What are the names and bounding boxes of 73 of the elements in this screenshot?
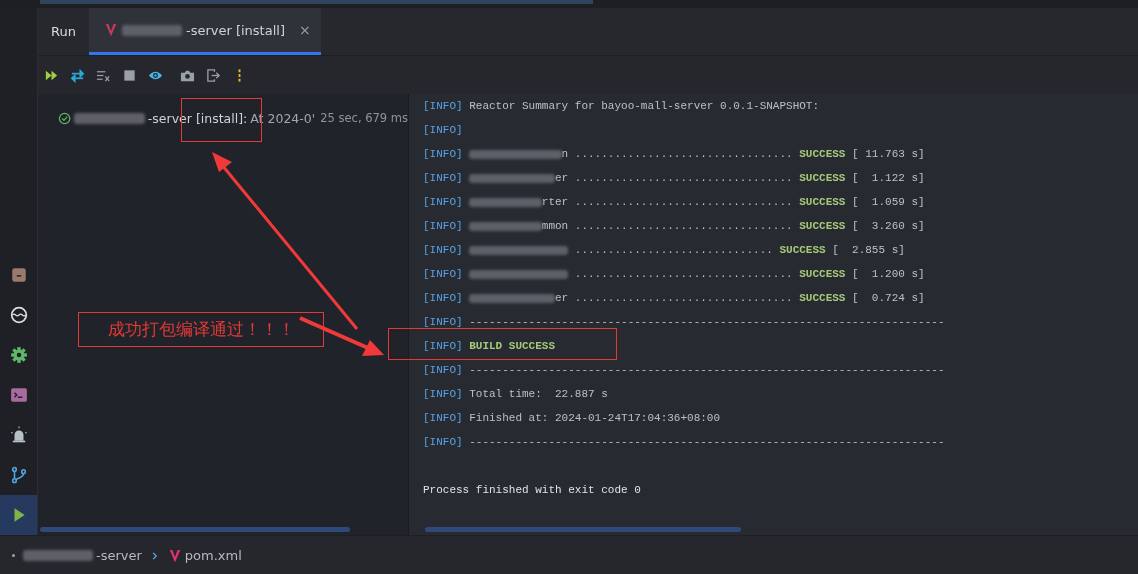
log-level-tag: [INFO]	[423, 244, 463, 256]
tab-label: -server [install]	[185, 22, 285, 38]
log-text: ------------------------------------------------------------------------	[469, 364, 945, 376]
tool-window-title: Run	[50, 23, 77, 41]
success-status: SUCCESS	[799, 220, 846, 232]
log-text: Finished at: 2024-01-24T17:04:36+08:00	[469, 412, 721, 424]
exit-icon[interactable]	[206, 67, 221, 83]
log-level-tag: [INFO]	[423, 340, 463, 352]
success-status: SUCCESS	[779, 244, 826, 256]
success-status: SUCCESS	[799, 148, 846, 160]
build-time: [ 2.855 s]	[832, 244, 905, 256]
swap-icon[interactable]	[70, 67, 85, 83]
log-level-tag: [INFO]	[423, 172, 463, 184]
success-status: SUCCESS	[799, 268, 846, 280]
build-time: [ 1.200 s]	[852, 268, 925, 280]
log-level-tag: [INFO]	[423, 196, 463, 208]
scrollbar[interactable]	[425, 527, 741, 532]
bullet-mark	[12, 554, 15, 557]
breadcrumb[interactable]: pom.xml	[167, 547, 242, 564]
run-duration: 25 sec, 679 ms	[320, 111, 408, 125]
log-level-tag: [INFO]	[423, 436, 463, 448]
build-time: [ 1.059 s]	[852, 196, 925, 208]
dot-leader: .................................	[574, 220, 793, 232]
log-text: n	[561, 148, 569, 160]
build-time: [ 1.122 s]	[852, 172, 925, 184]
log-text: Total time: 22.887 s	[469, 388, 608, 400]
dot-leader: .................................	[574, 196, 793, 208]
log-level-tag: [INFO]	[423, 268, 463, 280]
branch-icon	[9, 466, 28, 484]
log-level-tag: [INFO]	[423, 220, 463, 232]
log-level-tag: [INFO]	[423, 364, 463, 376]
build-status: BUILD SUCCESS	[469, 340, 556, 352]
log-text: er	[555, 292, 569, 304]
build-time: [ 11.763 s]	[852, 148, 925, 160]
archive-icon	[9, 266, 28, 284]
log-level-tag: [INFO]	[423, 124, 463, 136]
log-level-tag: [INFO]	[423, 316, 463, 328]
log-text: ------------------------------------------------------------------------	[469, 316, 945, 328]
annotation-note: 成功打包编译通过！！！	[78, 312, 324, 347]
success-status: SUCCESS	[799, 172, 846, 184]
log-text: er	[555, 172, 569, 184]
run-tab[interactable]: -server [install] ×	[88, 8, 321, 55]
process-message: Process finished with exit code 0	[423, 484, 641, 496]
stop-icon[interactable]	[122, 67, 137, 83]
wave-icon	[9, 306, 28, 324]
terminal-icon	[9, 386, 28, 404]
maven-icon	[167, 547, 182, 564]
gear-icon	[9, 346, 28, 364]
log-text: Reactor Summary for bayoo-mall-server 0.0.1-SNAPSHOT:	[469, 100, 820, 112]
success-status: SUCCESS	[799, 196, 846, 208]
close-button[interactable]: ×	[298, 22, 311, 38]
dot-leader: .................................	[574, 292, 793, 304]
dot-leader: ..............................	[574, 244, 773, 256]
log-level-tag: [INFO]	[423, 148, 463, 160]
log-level-tag: [INFO]	[423, 100, 463, 112]
log-text: ------------------------------------------------------------------------	[469, 436, 945, 448]
scrollbar[interactable]	[40, 527, 350, 532]
success-status: SUCCESS	[799, 292, 846, 304]
dot-leader: .................................	[574, 148, 793, 160]
log-level-tag: [INFO]	[423, 292, 463, 304]
log-text: rter	[541, 196, 569, 208]
dot-leader: .................................	[574, 172, 793, 184]
alarm-icon	[9, 426, 28, 444]
breadcrumb[interactable]: -server	[23, 548, 142, 563]
build-time: [ 0.724 s]	[852, 292, 925, 304]
log-text: mmon	[541, 220, 569, 232]
build-time: [ 3.260 s]	[852, 220, 925, 232]
maven-icon	[103, 22, 118, 38]
dot-leader: .................................	[574, 268, 793, 280]
log-level-tag: [INFO]	[423, 388, 463, 400]
breadcrumb-label: -server	[96, 548, 142, 563]
log-level-tag: [INFO]	[423, 412, 463, 424]
breadcrumb-label: pom.xml	[184, 548, 242, 563]
